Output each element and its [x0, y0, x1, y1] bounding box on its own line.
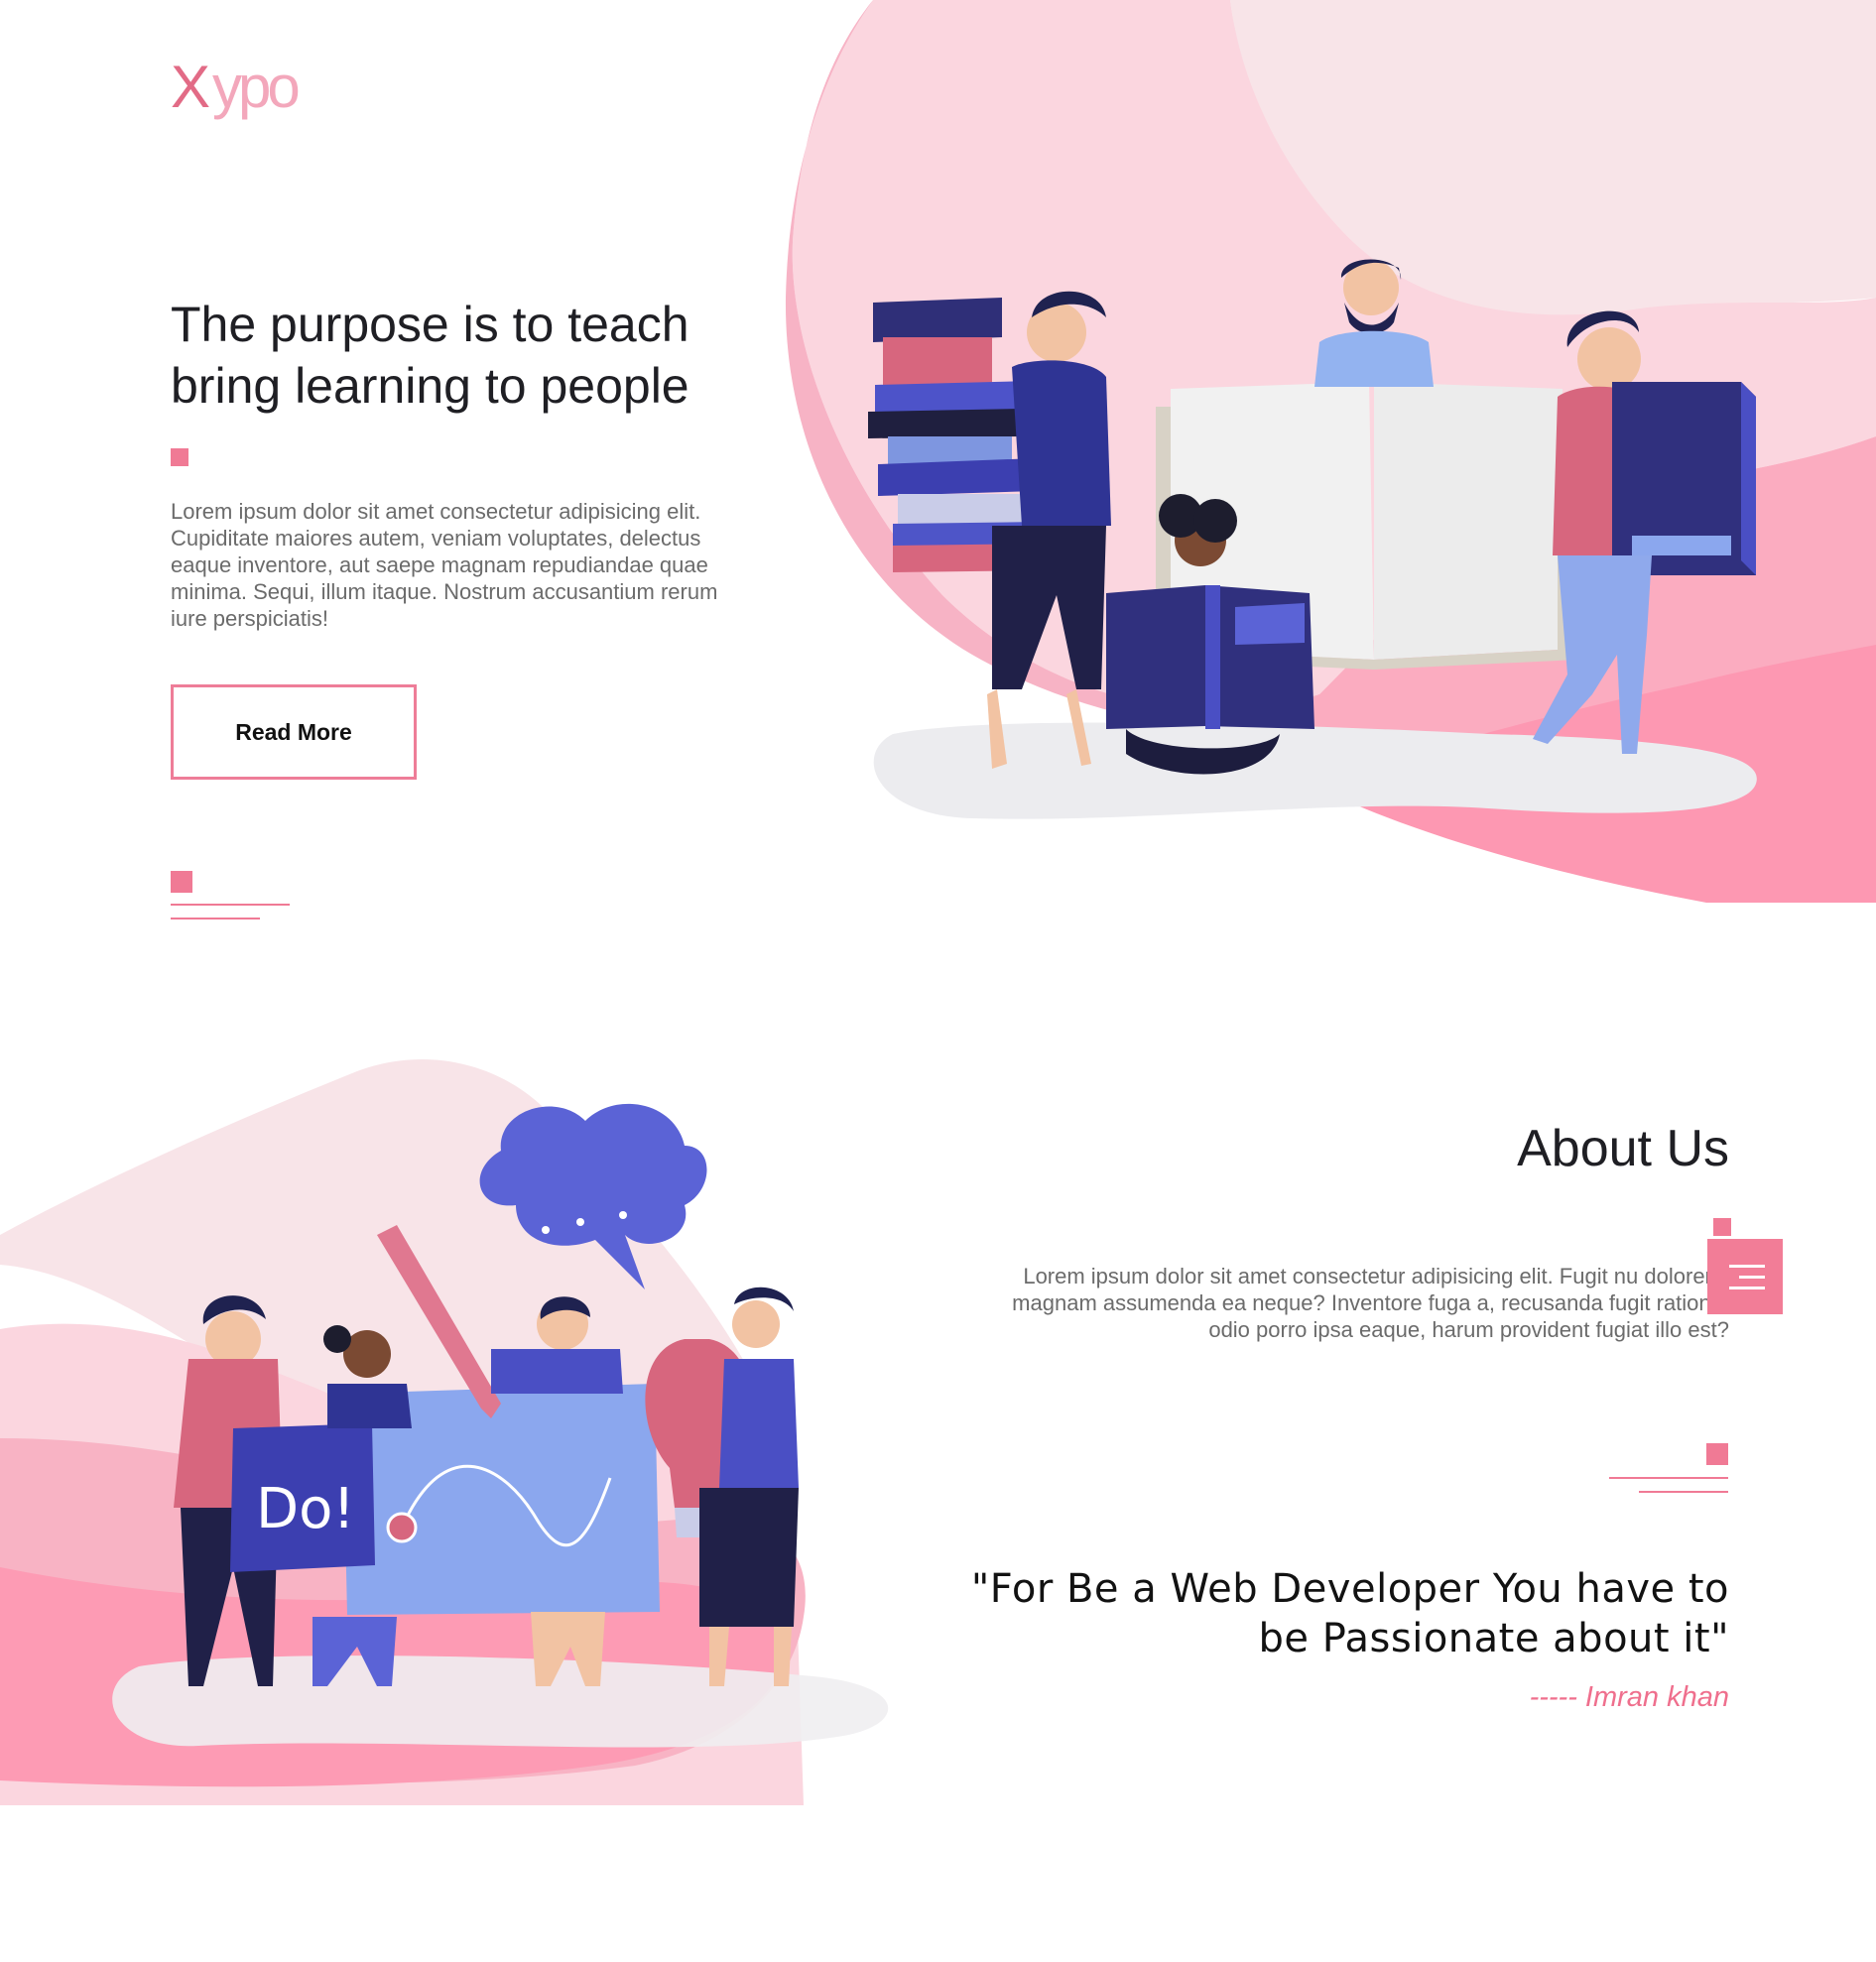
- quote-line1: "For Be a Web Developer You have to: [970, 1566, 1729, 1612]
- quote-line2: be Passionate about it": [1258, 1616, 1729, 1661]
- about-illustration: Do!: [0, 1059, 889, 1805]
- hero-title: The purpose is to teach bring learning t…: [171, 294, 786, 417]
- menu-icon-bar-2: [1739, 1276, 1765, 1279]
- about-divider-line-long: [1609, 1477, 1728, 1479]
- open-book-right: [1374, 382, 1563, 660]
- read-more-button[interactable]: Read More: [171, 684, 417, 780]
- menu-icon-bar-3: [1729, 1287, 1765, 1289]
- about-accent-square: [1713, 1218, 1731, 1236]
- hero-footer-line-long: [171, 904, 290, 906]
- hero-title-line1: The purpose is to teach: [171, 297, 689, 352]
- hero-accent-square: [171, 448, 188, 466]
- hero-body-text: Lorem ipsum dolor sit amet consectetur a…: [171, 499, 718, 631]
- hero-footer-line-short: [171, 918, 260, 920]
- menu-button[interactable]: [1707, 1239, 1783, 1314]
- books-stack: [873, 298, 1002, 342]
- hero-footer-square: [171, 871, 192, 893]
- menu-icon-bar-1: [1729, 1265, 1765, 1268]
- about-divider-line-short: [1639, 1491, 1728, 1493]
- about-title: About Us: [1517, 1120, 1729, 1177]
- quote-text: "For Be a Web Developer You have to be P…: [955, 1564, 1729, 1663]
- about-body-text: Lorem ipsum dolor sit amet consectetur a…: [1012, 1264, 1729, 1342]
- quote-author: ----- Imran khan: [1529, 1681, 1729, 1713]
- about-divider-square: [1706, 1443, 1728, 1465]
- hero-title-line2: bring learning to people: [171, 358, 689, 414]
- do-sign-text: Do!: [256, 1477, 355, 1541]
